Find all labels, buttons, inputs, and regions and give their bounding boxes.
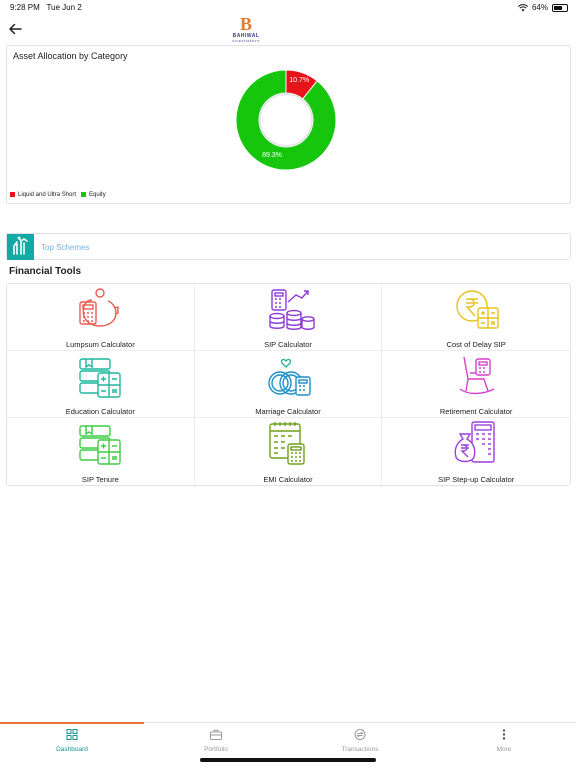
tool-sip-tenure[interactable]: SIP Tenure	[7, 418, 195, 485]
tool-cost-of-delay-sip[interactable]: Cost of Delay SIP	[382, 284, 570, 351]
books-calculator-icon	[79, 358, 122, 398]
tool-label: Education Calculator	[65, 407, 135, 416]
status-bar: 9:28 PM Tue Jun 2 64%	[0, 0, 576, 14]
tab-label: Portfolio	[204, 746, 228, 753]
rings-calculator-icon	[268, 358, 311, 396]
allocation-legend: Liquid and Ultra Short Equity	[10, 192, 106, 198]
books-calculator-icon	[79, 425, 122, 465]
legend-item-liquid: Liquid and Ultra Short	[10, 192, 76, 198]
pie-label-liquid: 10.7%	[289, 77, 309, 84]
money-bag-calculator-icon	[454, 421, 495, 463]
tool-label: Marriage Calculator	[255, 407, 321, 416]
status-right: 64%	[517, 3, 568, 12]
tool-label: Retirement Calculator	[439, 407, 513, 416]
status-time: 9:28 PM Tue Jun 2	[10, 3, 82, 12]
legend-item-equity: Equity	[81, 192, 106, 198]
home-indicator	[200, 758, 376, 762]
logo-mark: B	[239, 14, 252, 34]
rupee-calculator-icon	[456, 290, 499, 329]
donut-inner-ring	[259, 93, 313, 147]
more-vertical-icon	[502, 729, 506, 740]
tool-label: EMI Calculator	[263, 475, 313, 484]
top-schemes-label: Top Schemes	[41, 243, 90, 252]
tab-dashboard[interactable]: Dashboard	[0, 723, 144, 768]
tab-label: More	[496, 746, 512, 753]
pie-label-equity: 89.3%	[262, 152, 282, 159]
battery-fill	[554, 5, 563, 10]
tab-more[interactable]: More	[432, 723, 576, 768]
grid-icon	[66, 729, 78, 740]
tool-label: SIP Calculator	[264, 340, 312, 349]
legend-swatch-equity	[81, 192, 87, 197]
asset-allocation-card: Asset Allocation by Category 10.7% 89.3% …	[6, 45, 571, 204]
tool-lumpsum-calculator[interactable]: Lumpsum Calculator	[7, 284, 195, 351]
tool-sip-step-up-calculator[interactable]: SIP Step-up Calculator	[382, 418, 570, 485]
tool-emi-calculator[interactable]: EMI Calculator	[195, 418, 383, 485]
allocation-title: Asset Allocation by Category	[13, 51, 128, 61]
app-header: B BAHIWAL INVESTMENTS	[0, 14, 576, 46]
tool-sip-calculator[interactable]: SIP Calculator	[194, 284, 383, 351]
exchange-icon	[354, 729, 366, 740]
back-arrow-icon[interactable]	[8, 22, 22, 36]
logo-subtitle: INVESTMENTS	[232, 39, 260, 43]
financial-tools-title: Financial Tools	[9, 266, 82, 277]
calendar-calculator-icon	[269, 422, 305, 465]
tool-marriage-calculator[interactable]: Marriage Calculator	[194, 351, 383, 418]
briefcase-icon	[210, 729, 222, 740]
battery-percent: 64%	[531, 3, 548, 12]
financial-tools-grid: Lumpsum Calculator SIP Calculator Cost o…	[6, 283, 571, 486]
top-schemes-button[interactable]: Top Schemes	[6, 233, 571, 260]
coins-calculator-icon	[269, 289, 315, 330]
piggy-bank-calculator-icon	[79, 288, 120, 327]
tool-label: Lumpsum Calculator	[65, 340, 135, 349]
tool-label: SIP Tenure	[81, 475, 119, 484]
top-schemes-icon	[7, 234, 34, 260]
app-logo: B BAHIWAL INVESTMENTS	[220, 15, 272, 45]
tab-label: Transactions	[341, 746, 379, 753]
legend-swatch-liquid	[10, 192, 15, 197]
wifi-icon	[517, 3, 528, 11]
pie-slice-equity	[235, 69, 337, 171]
tool-retirement-calculator[interactable]: Retirement Calculator	[382, 351, 570, 418]
tool-label: SIP Step-up Calculator	[438, 475, 515, 484]
tab-label: Dashboard	[56, 746, 88, 753]
rocking-chair-icon	[459, 356, 495, 395]
tool-education-calculator[interactable]: Education Calculator	[7, 351, 195, 418]
tool-label: Cost of Delay SIP	[446, 340, 506, 349]
battery-icon	[552, 3, 568, 12]
allocation-donut-chart: 10.7% 89.3%	[235, 69, 337, 171]
